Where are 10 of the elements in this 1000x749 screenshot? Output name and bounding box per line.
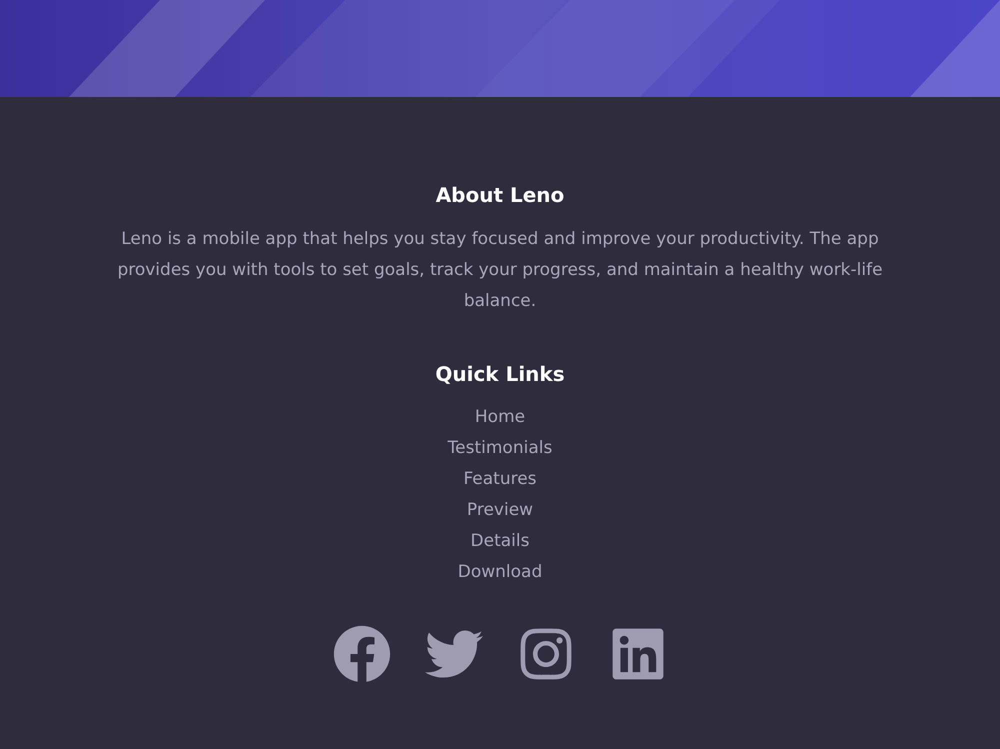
footer-link[interactable]: Testimonials [448, 433, 552, 464]
section-heading: About Leno [436, 182, 564, 209]
footer-link[interactable]: Home [474, 402, 526, 433]
footer-link[interactable]: Details [470, 526, 530, 557]
footer-link[interactable]: Features [463, 464, 537, 495]
facebook-icon[interactable] [333, 625, 391, 683]
footer-link[interactable]: Download [458, 557, 542, 588]
section-heading: Quick Links [435, 361, 565, 388]
about-paragraph: Leno is a mobile app that helps you stay focused and improve your productivity. The app provides you with tools to set goals, track your progress, and maintain a healthy work-life balance. [116, 228, 884, 313]
footer-link[interactable]: Preview [466, 495, 534, 526]
